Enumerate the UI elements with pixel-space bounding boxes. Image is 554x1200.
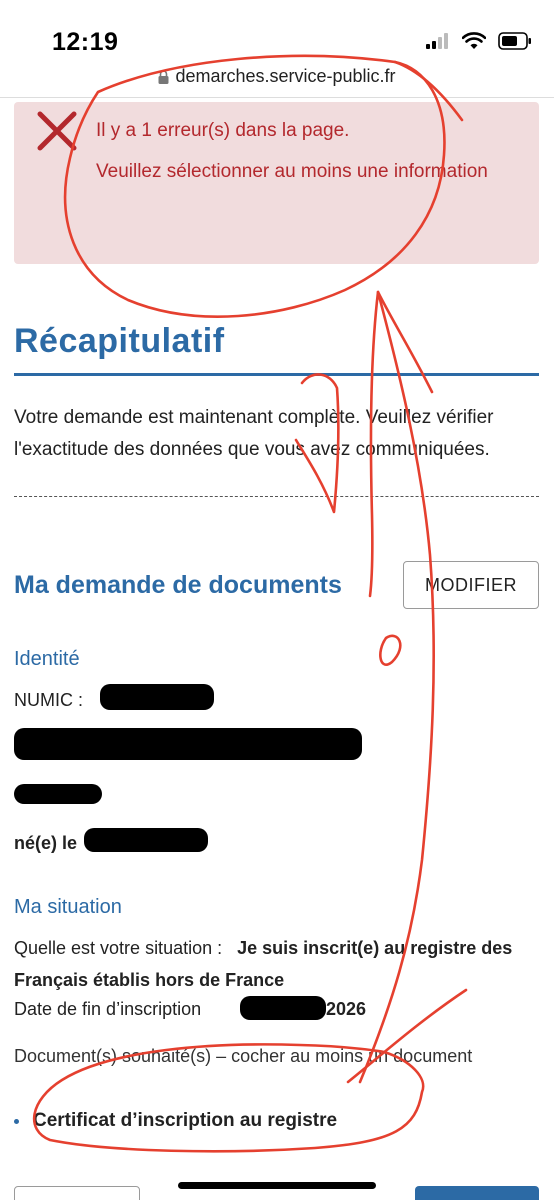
selected-document-label: Certificat d’inscription au registre xyxy=(33,1110,338,1131)
modify-button[interactable]: MODIFIER xyxy=(403,561,539,609)
redacted-birthdate xyxy=(84,828,208,852)
error-message[interactable]: Veuillez sélectionner au moins une infor… xyxy=(96,156,516,187)
end-date-year: 2026 xyxy=(326,999,367,1019)
status-icons xyxy=(426,32,532,50)
bullet-dot-icon xyxy=(14,1118,19,1124)
error-summary: Il y a 1 erreur(s) dans la page. Veuille… xyxy=(14,102,539,264)
home-indicator xyxy=(178,1182,376,1189)
situation-line: Quelle est votre situation : Je suis ins… xyxy=(14,932,534,996)
numic-label: NUMIC : xyxy=(14,690,83,710)
situation-question: Quelle est votre situation : xyxy=(14,938,223,958)
error-title: Il y a 1 erreur(s) dans la page. xyxy=(96,120,350,141)
selected-document: Certificat d’inscription au registre xyxy=(14,1110,337,1132)
recap-intro: Votre demande est maintenant complète. V… xyxy=(14,407,494,460)
situation-heading: Ma situation xyxy=(14,896,122,918)
lock-icon xyxy=(158,69,169,84)
redacted-end-date xyxy=(240,996,326,1020)
signal-icon xyxy=(426,33,448,49)
battery-icon xyxy=(498,32,531,50)
identity-heading: Identité xyxy=(14,648,80,670)
redacted-name xyxy=(14,728,362,760)
wifi-icon xyxy=(462,32,486,49)
page-title: Récapitulatif xyxy=(14,322,225,360)
redacted-line xyxy=(14,784,102,804)
documents-label: Document(s) souhaité(s) – cocher au moin… xyxy=(14,1046,473,1066)
back-button[interactable] xyxy=(14,1186,140,1200)
error-x-icon xyxy=(37,111,77,151)
clock: 12:19 xyxy=(52,28,119,56)
born-label: né(e) le xyxy=(14,833,78,853)
status-bar: 12:19 xyxy=(0,0,554,60)
browser-address-bar[interactable]: demarches.service-public.fr xyxy=(0,62,554,98)
end-date-label: Date de fin d’inscription xyxy=(14,999,202,1019)
url-text: demarches.service-public.fr xyxy=(175,66,396,86)
dashed-divider xyxy=(14,496,539,497)
section-title: Ma demande de documents xyxy=(14,571,342,599)
redacted-numic xyxy=(100,684,214,710)
submit-button[interactable] xyxy=(415,1186,539,1200)
title-underline xyxy=(14,373,539,376)
